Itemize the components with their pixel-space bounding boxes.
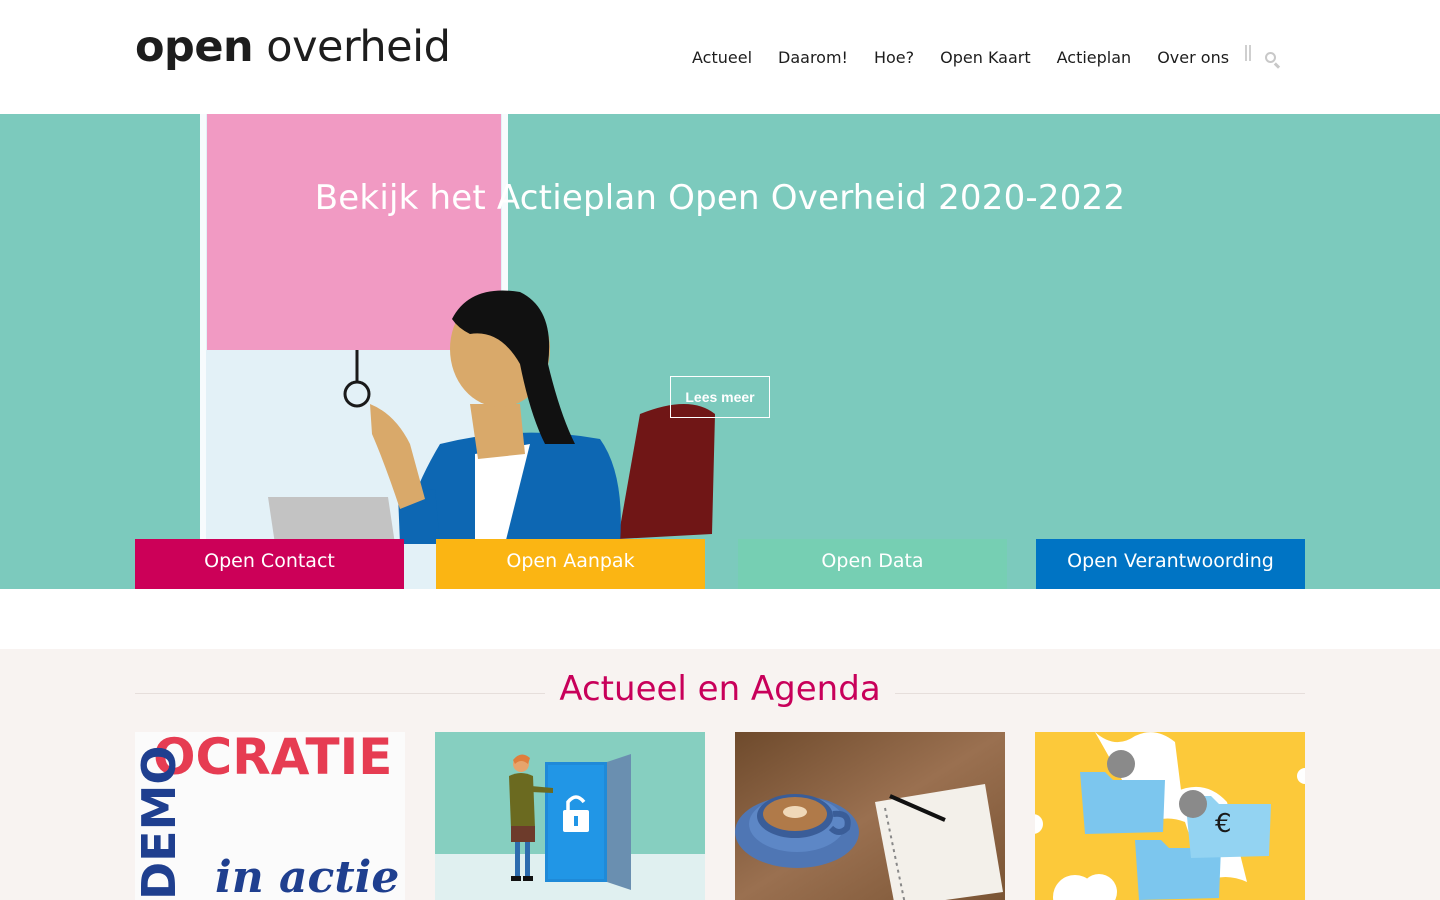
category-tiles: Open Contact Open Aanpak Open Data Open … <box>135 539 1305 589</box>
news-cards: OCRATIE DEMO in actie € <box>135 732 1305 900</box>
main-nav: Actueel Daarom! Hoe? Open Kaart Actiepla… <box>692 45 1281 69</box>
section-header: Actueel en Agenda <box>135 669 1305 713</box>
tile-open-verantwoording[interactable]: Open Verantwoording <box>1036 539 1305 589</box>
nav-item-hoe[interactable]: Hoe? <box>874 48 914 68</box>
nav-item-over-ons[interactable]: Over ons <box>1157 48 1229 68</box>
tile-open-data[interactable]: Open Data <box>738 539 1007 589</box>
site-header: open overheid Actueel Daarom! Hoe? Open … <box>0 0 1440 114</box>
hero-banner: Bekijk het Actieplan Open Overheid 2020-… <box>0 114 1440 589</box>
logo-bold: open <box>135 22 254 72</box>
search-icon[interactable] <box>1265 52 1281 69</box>
site-logo[interactable]: open overheid <box>135 26 451 69</box>
news-card-euro-folders[interactable]: € <box>1035 732 1305 900</box>
open-door-illustration <box>435 732 705 900</box>
news-card-democratie[interactable]: OCRATIE DEMO in actie <box>135 732 405 900</box>
section-title: Actueel en Agenda <box>135 669 1305 709</box>
news-section: Actueel en Agenda OCRATIE DEMO in actie <box>0 649 1440 900</box>
poster-text-script: in actie <box>215 852 399 900</box>
euro-folders-illustration: € <box>1035 732 1305 900</box>
tile-open-aanpak[interactable]: Open Aanpak <box>436 539 705 589</box>
nav-separator <box>1245 45 1252 61</box>
logo-light: overheid <box>266 22 451 72</box>
read-more-button[interactable]: Lees meer <box>670 376 770 418</box>
coffee-notebook-photo <box>735 732 1005 900</box>
democratie-poster-image: OCRATIE DEMO in actie <box>135 732 405 900</box>
nav-item-actieplan[interactable]: Actieplan <box>1057 48 1132 68</box>
tile-open-contact[interactable]: Open Contact <box>135 539 404 589</box>
poster-text-side: DEMO <box>135 746 186 900</box>
poster-text-top: OCRATIE <box>153 732 392 786</box>
hero-title: Bekijk het Actieplan Open Overheid 2020-… <box>314 178 1126 218</box>
news-card-coffee[interactable] <box>735 732 1005 900</box>
euro-symbol: € <box>1215 809 1232 839</box>
nav-item-actueel[interactable]: Actueel <box>692 48 752 68</box>
nav-item-daarom[interactable]: Daarom! <box>778 48 848 68</box>
nav-item-open-kaart[interactable]: Open Kaart <box>940 48 1031 68</box>
news-card-open-door[interactable] <box>435 732 705 900</box>
